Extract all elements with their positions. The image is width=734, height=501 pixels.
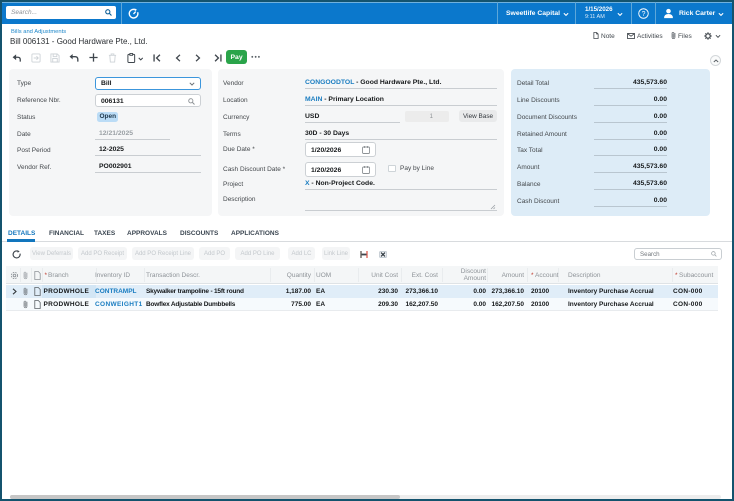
- svg-text:?: ?: [642, 10, 646, 17]
